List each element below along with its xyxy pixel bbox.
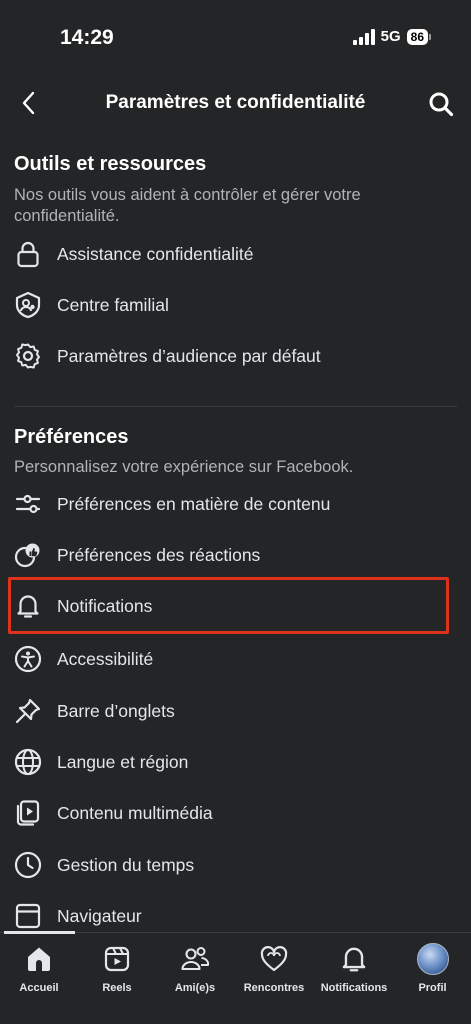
- nav-tab-label: Reels: [102, 982, 132, 994]
- menu-item-label: Barre d’onglets: [57, 700, 175, 721]
- section-title-preferences: Préférences: [14, 426, 129, 448]
- header: Paramètres et confidentialité: [0, 80, 471, 128]
- lock-icon: [14, 240, 42, 268]
- pin-icon: [14, 697, 42, 725]
- menu-item-label: Navigateur: [57, 905, 142, 926]
- section-divider: [14, 406, 457, 407]
- bell-icon: [338, 943, 370, 975]
- nav-tab-label: Notifications: [320, 982, 388, 994]
- clock-icon: [14, 851, 42, 879]
- signal-icon: [352, 28, 375, 45]
- page-title: Paramètres et confidentialité: [105, 92, 366, 113]
- nav-tab-home[interactable]: Accueil: [0, 933, 78, 1024]
- search-icon: [429, 92, 454, 117]
- search-button[interactable]: [425, 88, 457, 120]
- menu-item-default-audience[interactable]: Paramètres d’audience par défaut: [0, 331, 471, 381]
- section-description-preferences: Personnalisez votre expérience sur Faceb…: [14, 458, 354, 476]
- media-icon: [14, 799, 42, 827]
- menu-item-label: Centre familial: [57, 294, 169, 315]
- bottom-nav: Accueil Reels Ami(e)s Rencontres Notific…: [0, 931, 471, 1024]
- friends-icon: [179, 943, 211, 975]
- section-title-tools: Outils et ressources: [14, 153, 207, 175]
- gear-icon: [14, 342, 42, 370]
- nav-tab-label: Ami(e)s: [174, 982, 216, 994]
- menu-item-language-region[interactable]: Langue et région: [0, 737, 471, 787]
- nav-tab-dating[interactable]: Rencontres: [234, 933, 314, 1024]
- section-description-tools: Nos outils vous aident à contrôler et gé…: [14, 186, 361, 225]
- menu-item-label: Paramètres d’audience par défaut: [57, 345, 321, 366]
- menu-item-tab-bar[interactable]: Barre d’onglets: [0, 686, 471, 736]
- menu-item-label: Langue et région: [57, 751, 189, 772]
- menu-item-reaction-preferences[interactable]: Préférences des réactions: [0, 530, 471, 580]
- status-bar: 14:29 5G 86: [0, 0, 471, 72]
- menu-item-privacy-checkup[interactable]: Assistance confidentialité: [0, 229, 471, 279]
- battery-level: 86: [406, 28, 428, 45]
- reels-icon: [101, 943, 133, 975]
- status-time: 14:29: [60, 26, 114, 49]
- nav-tab-reels[interactable]: Reels: [78, 933, 156, 1024]
- menu-item-label: Gestion du temps: [57, 854, 195, 875]
- battery-icon: 86: [406, 28, 431, 45]
- menu-item-label: Préférences en matière de contenu: [57, 493, 331, 514]
- nav-tab-label: Profil: [418, 982, 447, 994]
- home-icon: [23, 943, 55, 975]
- nav-tab-friends[interactable]: Ami(e)s: [156, 933, 234, 1024]
- menu-item-media[interactable]: Contenu multimédia: [0, 788, 471, 838]
- menu-item-label: Contenu multimédia: [57, 802, 213, 823]
- nav-tab-profile[interactable]: Profil: [394, 933, 471, 1024]
- menu-item-label: Accessibilité: [57, 648, 154, 669]
- accessibility-icon: [14, 645, 42, 673]
- status-indicators: 5G 86: [352, 28, 431, 45]
- nav-tab-label: Accueil: [19, 982, 59, 994]
- family-center-icon: [14, 291, 42, 319]
- network-type: 5G: [380, 28, 401, 45]
- menu-item-accessibility[interactable]: Accessibilité: [0, 634, 471, 684]
- sliders-icon: [14, 490, 42, 518]
- menu-item-time-management[interactable]: Gestion du temps: [0, 840, 471, 890]
- reactions-icon: [14, 541, 42, 569]
- menu-item-label: Préférences des réactions: [57, 544, 261, 565]
- highlight-box: [8, 577, 449, 634]
- avatar: [416, 943, 449, 975]
- nav-tab-label: Rencontres: [243, 982, 305, 994]
- menu-item-label: Assistance confidentialité: [57, 243, 254, 264]
- menu-item-family-center[interactable]: Centre familial: [0, 280, 471, 330]
- menu-item-content-preferences[interactable]: Préférences en matière de contenu: [0, 479, 471, 529]
- browser-icon: [14, 902, 42, 930]
- nav-tab-notifications[interactable]: Notifications: [314, 933, 394, 1024]
- globe-icon: [14, 748, 42, 776]
- dating-heart-icon: [258, 943, 290, 975]
